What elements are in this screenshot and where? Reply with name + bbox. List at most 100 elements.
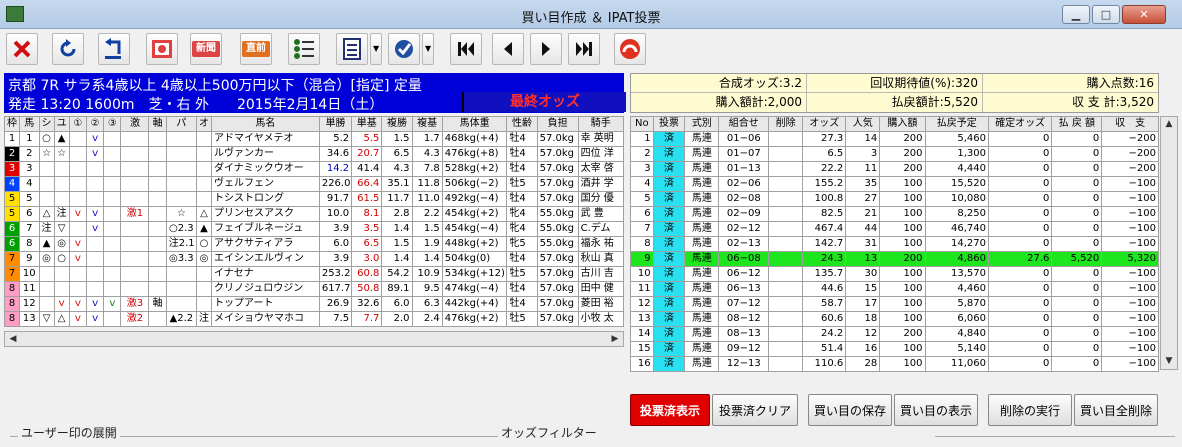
newspaper-button[interactable]: 新聞	[190, 33, 222, 65]
horse-cell[interactable]	[68, 221, 87, 237]
horse-row[interactable]: 7 10 イナセナ 253.2 60.8 54.2 10.9 534kg(+12) 牡5 57.0…	[3, 266, 625, 282]
horse-cell[interactable]	[120, 281, 150, 297]
horse-cell[interactable]: 注	[38, 221, 55, 237]
horses-header-cell[interactable]: オ	[195, 116, 213, 132]
scroll-down-icon[interactable]: ▼	[1162, 354, 1176, 368]
horse-cell[interactable]: 激2	[120, 311, 150, 327]
horses-header-cell[interactable]: 馬体重	[441, 116, 508, 132]
horse-cell[interactable]: 軸	[148, 296, 167, 312]
horse-row[interactable]: 4 4 ヴェルフェン 226.0 66.4 35.1 11.8 506kg(−2) 牡5 57.0…	[3, 176, 625, 192]
horse-cell[interactable]	[103, 206, 122, 222]
horse-cell[interactable]: ｖ	[85, 146, 105, 162]
horse-cell[interactable]: 注	[53, 206, 70, 222]
horse-cell[interactable]: ▲	[38, 236, 55, 252]
horse-cell[interactable]	[85, 161, 105, 177]
horse-cell[interactable]	[103, 266, 122, 282]
bets-header-cell[interactable]: 払 戻 額	[1051, 116, 1103, 132]
bet-row[interactable]: 8 済馬連 02−13 142.7 31 100 14,270 0 0 −100	[630, 236, 1159, 252]
horses-header-cell[interactable]: 複勝	[381, 116, 413, 132]
horse-cell[interactable]	[148, 206, 167, 222]
bets-header-cell[interactable]: 式別	[684, 116, 720, 132]
horse-cell[interactable]: ｖ	[85, 296, 105, 312]
bet-row[interactable]: 12 済馬連 07−12 58.7 17 100 5,870 0 0 −100	[630, 296, 1159, 312]
horse-cell[interactable]	[120, 251, 150, 267]
horse-row[interactable]: 5 5 トシストロング 91.7 61.5 11.7 11.0 492kg(−4) 牡4 57.0…	[3, 191, 625, 207]
horse-cell[interactable]	[165, 296, 197, 312]
horse-cell[interactable]	[53, 281, 70, 297]
horse-cell[interactable]: △	[195, 206, 213, 222]
horse-cell[interactable]	[103, 221, 122, 237]
horse-cell[interactable]: ｖ	[85, 206, 105, 222]
close-button[interactable]: ✕	[1122, 5, 1166, 24]
horse-cell[interactable]	[68, 266, 87, 282]
horse-cell[interactable]	[195, 176, 213, 192]
horse-cell[interactable]	[165, 176, 197, 192]
ipat-button[interactable]	[614, 33, 646, 65]
back-button[interactable]	[98, 33, 130, 65]
bets-vertical-scrollbar[interactable]: ▲ ▼	[1160, 116, 1178, 370]
horse-cell[interactable]: ☆	[53, 146, 70, 162]
odds-screen-button[interactable]	[146, 33, 178, 65]
horse-cell[interactable]	[148, 146, 167, 162]
horse-cell[interactable]	[38, 191, 55, 207]
bet-cell[interactable]	[768, 326, 804, 342]
horse-cell[interactable]	[68, 146, 87, 162]
horse-cell[interactable]: ○	[38, 131, 55, 147]
horse-cell[interactable]	[103, 236, 122, 252]
horse-row[interactable]: 8 11 クリノジュロウジン 617.7 50.8 89.1 9.5 474kg(−4) 牡4 5…	[3, 281, 625, 297]
horse-cell[interactable]	[68, 176, 87, 192]
horse-cell[interactable]: ☆	[165, 206, 197, 222]
minimize-button[interactable]: ▁	[1062, 5, 1090, 24]
bet-row[interactable]: 4 済馬連 02−06 155.2 35 100 15,520 0 0 −100	[630, 176, 1159, 192]
checklist-dropdown[interactable]: ▼	[370, 33, 382, 65]
save-bets-button[interactable]: 買い目の保存	[808, 394, 892, 426]
bet-cell[interactable]	[768, 311, 804, 327]
delete-all-bets-button[interactable]: 買い目全削除	[1074, 394, 1158, 426]
horse-row[interactable]: 8 13 ▽ △ ｖ ｖ 激2 ▲2.2 注メイショウヤマホコ 7.5 7.7 2.0 2.4 476kg…	[3, 311, 625, 327]
horse-cell[interactable]: ◎	[195, 251, 213, 267]
horses-header-cell[interactable]: 馬名	[211, 116, 320, 132]
prev-button[interactable]	[492, 33, 524, 65]
bet-cell[interactable]	[768, 266, 804, 282]
horse-cell[interactable]: ｖ	[85, 221, 105, 237]
horse-cell[interactable]: △	[38, 206, 55, 222]
horse-cell[interactable]: ｖ	[68, 251, 87, 267]
horses-header-cell[interactable]: シ	[38, 116, 55, 132]
horse-cell[interactable]	[165, 131, 197, 147]
horses-header-cell[interactable]: 性齢	[506, 116, 538, 132]
horse-cell[interactable]	[120, 191, 150, 207]
horse-cell[interactable]	[165, 161, 197, 177]
bets-header-cell[interactable]: 収 支	[1101, 116, 1159, 132]
bet-cell[interactable]	[768, 206, 804, 222]
bet-row[interactable]: 5 済馬連 02−08 100.8 27 100 10,080 0 0 −100	[630, 191, 1159, 207]
horse-cell[interactable]: ◎	[53, 236, 70, 252]
horse-cell[interactable]: ▽	[53, 221, 70, 237]
bets-header-cell[interactable]: 削除	[768, 116, 804, 132]
horse-cell[interactable]	[148, 311, 167, 327]
bet-row[interactable]: 14 済馬連 08−13 24.2 12 200 4,840 0 0 −100	[630, 326, 1159, 342]
bet-row[interactable]: 11 済馬連 06−13 44.6 15 100 4,460 0 0 −100	[630, 281, 1159, 297]
horses-header-cell[interactable]: 複基	[411, 116, 443, 132]
horse-row[interactable]: 6 8 ▲ ◎ ｖ 注2.1 ○ アサクサティアラ 6.0 6.5 1.5 1.9 448kg(+2) 牝…	[3, 236, 625, 252]
maximize-button[interactable]: □	[1092, 5, 1120, 24]
bet-cell[interactable]	[768, 341, 804, 357]
horse-cell[interactable]	[120, 176, 150, 192]
horse-cell[interactable]: ｖ	[103, 296, 122, 312]
horse-cell[interactable]	[85, 176, 105, 192]
bets-header-cell[interactable]: No	[630, 116, 654, 132]
horse-cell[interactable]: ○	[53, 251, 70, 267]
horse-cell[interactable]: ◎3.3	[165, 251, 197, 267]
horse-cell[interactable]	[103, 161, 122, 177]
horse-cell[interactable]	[195, 266, 213, 282]
horse-cell[interactable]: 激1	[120, 206, 150, 222]
list-button[interactable]	[288, 33, 320, 65]
next-button[interactable]	[530, 33, 562, 65]
horses-header-cell[interactable]: 軸	[148, 116, 167, 132]
horses-header-cell[interactable]: ②	[85, 116, 105, 132]
horse-cell[interactable]	[195, 296, 213, 312]
horse-cell[interactable]: ▲	[53, 131, 70, 147]
horse-row[interactable]: 5 6 △ 注 ｖ ｖ 激1 ☆ △ プリンセスアスク 10.0 8.1 2.8 2.2 454kg(+2)…	[3, 206, 625, 222]
horse-cell[interactable]	[68, 161, 87, 177]
horse-cell[interactable]	[195, 281, 213, 297]
horse-row[interactable]: 8 12 ｖ ｖ ｖ ｖ 激3 軸トップアート 26.9 32.6 6.0 6.3 442kg(+4) 牡…	[3, 296, 625, 312]
